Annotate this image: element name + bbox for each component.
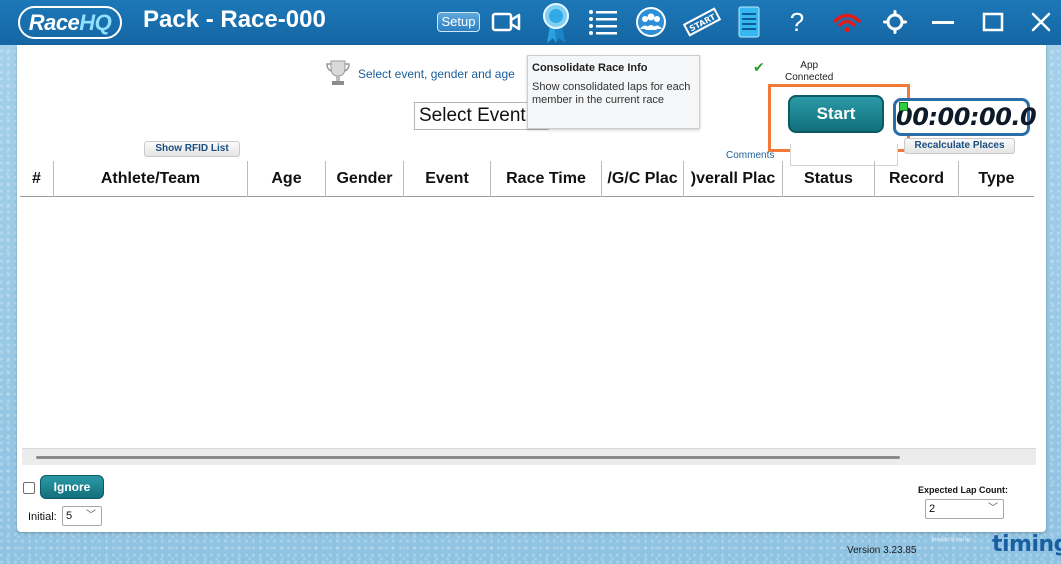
trophy-icon	[325, 59, 351, 92]
column-header-race-time[interactable]: Race Time	[491, 161, 602, 197]
ignore-button[interactable]: Ignore	[40, 475, 104, 499]
chevron-down-icon: ﹀	[988, 503, 998, 514]
maximize-icon[interactable]	[978, 6, 1008, 38]
app-status-line1: App	[800, 60, 819, 71]
app-status-line2: Connected	[785, 72, 834, 83]
racehq-logo: Race HQ	[18, 6, 122, 39]
select-event-hint: Select event, gender and age	[358, 67, 515, 81]
team-icon[interactable]	[632, 6, 670, 38]
lap-count-value: 2	[929, 503, 936, 515]
consolidate-tooltip: Consolidate Race Info Show consolidated …	[527, 55, 700, 129]
close-icon[interactable]	[1026, 6, 1056, 38]
check-icon: ✔	[753, 59, 765, 75]
column-header-status[interactable]: Status	[783, 161, 875, 197]
timing-logo: timing	[992, 532, 1061, 557]
expected-lap-count-label: Expected Lap Count:	[918, 485, 1009, 495]
expected-lap-count-select[interactable]: 2 ﹀	[925, 499, 1004, 519]
ignore-checkbox[interactable]	[23, 482, 35, 494]
column-header-athlete[interactable]: Athlete/Team	[54, 161, 248, 197]
chevron-down-icon: ﹀	[86, 510, 96, 521]
initial-select[interactable]: 5 ﹀	[62, 506, 102, 526]
recalculate-places-button[interactable]: Recalculate Places	[904, 138, 1015, 154]
tooltip-title: Consolidate Race Info	[532, 62, 648, 74]
column-header-age[interactable]: Age	[248, 161, 326, 197]
column-header-event[interactable]: Event	[404, 161, 491, 197]
show-rfid-list-button[interactable]: Show RFID List	[144, 141, 240, 157]
comments-label: Comments	[726, 150, 775, 161]
help-icon[interactable]: ?	[786, 6, 808, 38]
scrollbar-thumb[interactable]	[36, 456, 900, 459]
column-header-overall-place[interactable]: )verall Plac	[684, 161, 783, 197]
title-bar: Race HQ Pack - Race-000 Setup START ?	[0, 0, 1061, 45]
ribbon-icon[interactable]	[540, 0, 572, 45]
document-icon[interactable]	[736, 6, 762, 38]
initial-label: Initial:	[28, 511, 57, 523]
gear-icon[interactable]	[880, 6, 910, 38]
camera-icon[interactable]	[489, 6, 523, 38]
column-header-type[interactable]: Type	[959, 161, 1034, 197]
initial-select-value: 5	[66, 510, 73, 522]
logo-race-text: Race	[28, 9, 80, 35]
column-header-number[interactable]: #	[20, 161, 54, 197]
list-icon[interactable]	[586, 6, 620, 38]
race-timer: 00:00:00.0	[893, 98, 1037, 136]
results-table-header: # Athlete/Team Age Gender Event Race Tim…	[20, 161, 1034, 197]
column-header-gender[interactable]: Gender	[326, 161, 404, 197]
status-led-icon	[899, 102, 908, 111]
tooltip-body: Show consolidated laps for each member i…	[532, 81, 691, 106]
highlight-box	[768, 84, 910, 152]
version-label: Version 3.23.85	[847, 545, 917, 556]
horizontal-scrollbar[interactable]	[22, 448, 1036, 465]
app-connection-status: App Connected	[785, 60, 833, 84]
setup-button[interactable]: Setup	[437, 12, 480, 32]
logo-hq-text: HQ	[79, 9, 112, 35]
results-table-body[interactable]	[20, 198, 1034, 448]
column-header-agc-place[interactable]: /G/C Plac	[602, 161, 684, 197]
start-flag-icon[interactable]: START	[680, 6, 724, 38]
main-panel: Select event, gender and age Select Even…	[17, 45, 1046, 532]
wifi-icon[interactable]	[830, 6, 864, 38]
column-header-record[interactable]: Record	[875, 161, 959, 197]
window-title: Pack - Race-000	[143, 6, 326, 33]
minimize-icon[interactable]	[928, 6, 958, 38]
brought-by-text: brought to you by	[932, 537, 971, 543]
